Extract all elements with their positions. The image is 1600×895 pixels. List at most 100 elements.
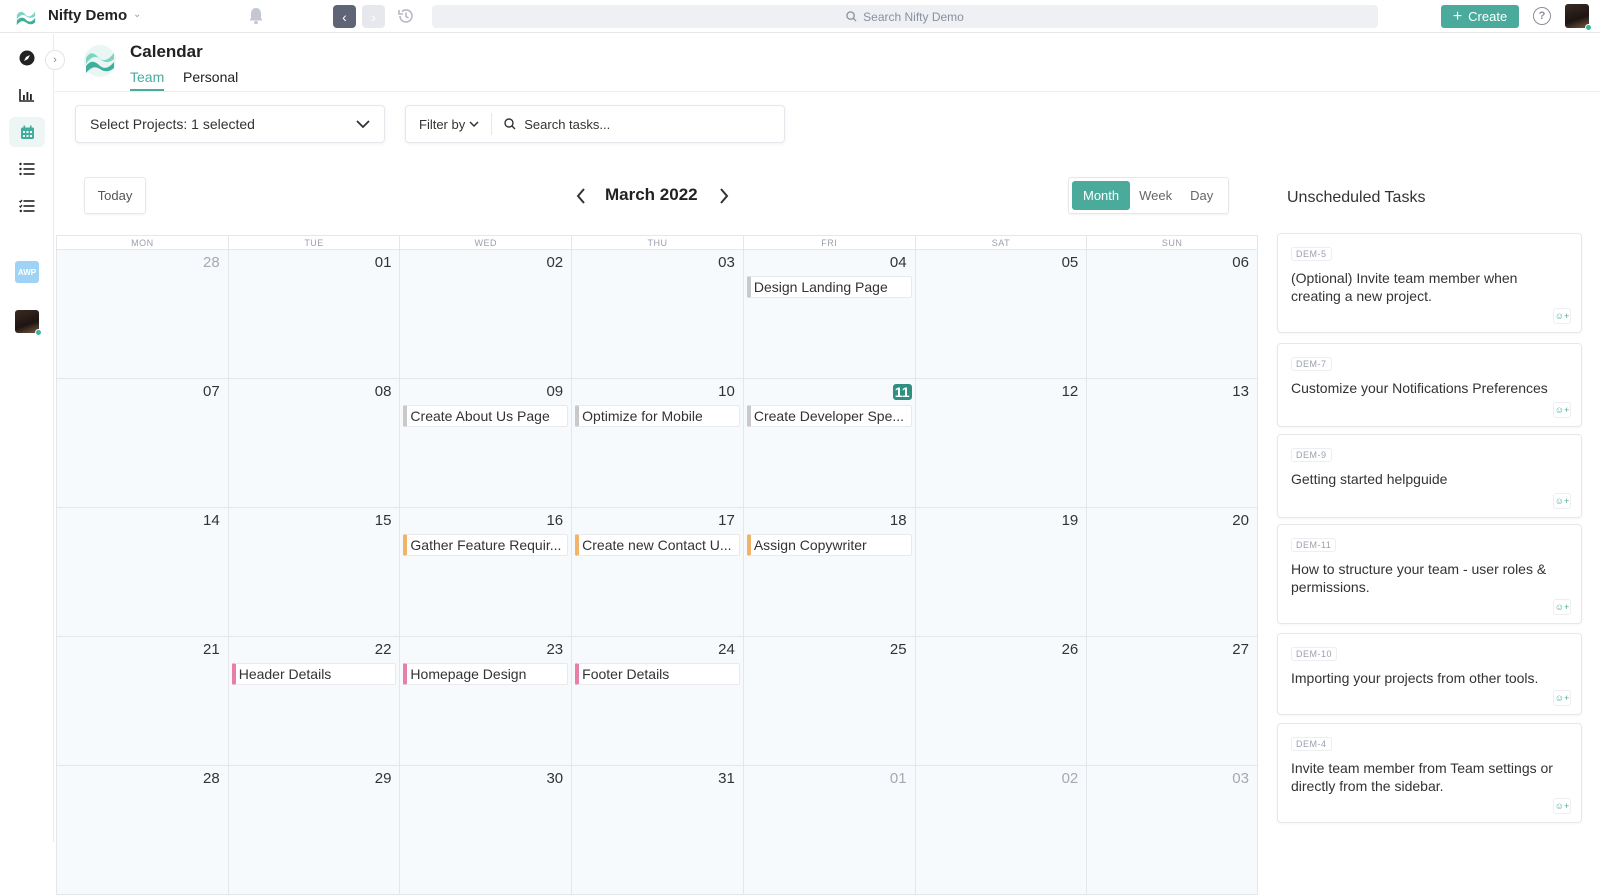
calendar-day-cell[interactable]: 03: [1086, 766, 1258, 894]
create-label: Create: [1468, 9, 1508, 24]
calendar-day-cell[interactable]: 11 Create Developer Spe...: [742, 379, 915, 507]
date-number: 26: [1061, 641, 1079, 658]
unscheduled-task-card[interactable]: DEM-7 Customize your Notifications Prefer…: [1277, 343, 1582, 427]
task-title: Getting started helpguide: [1291, 471, 1448, 487]
calendar-event[interactable]: Optimize for Mobile: [575, 405, 740, 427]
back-button[interactable]: ‹: [333, 5, 356, 28]
date-number: 08: [374, 383, 392, 400]
calendar-day-cell[interactable]: 23 Homepage Design: [399, 637, 572, 765]
history-icon[interactable]: [397, 7, 415, 25]
assign-user-icon[interactable]: ☺+: [1553, 402, 1571, 418]
sidebar-item-calendar[interactable]: [9, 117, 45, 147]
view-day-button[interactable]: Day: [1181, 181, 1222, 210]
calendar-day-cell[interactable]: 16 Gather Feature Requir...: [399, 508, 572, 636]
unscheduled-task-card[interactable]: DEM-5 (Optional) Invite team member when …: [1277, 233, 1582, 333]
sidebar-item-list[interactable]: [9, 154, 45, 184]
unscheduled-task-card[interactable]: DEM-4 Invite team member from Team settin…: [1277, 723, 1582, 823]
calendar-day-cell[interactable]: 18 Assign Copywriter: [742, 508, 915, 636]
calendar-event[interactable]: Create About Us Page: [403, 405, 569, 427]
unscheduled-task-card[interactable]: DEM-9 Getting started helpguide ☺+: [1277, 434, 1582, 518]
calendar-day-cell[interactable]: 25: [742, 637, 915, 765]
calendar-event[interactable]: Gather Feature Requir...: [403, 534, 569, 556]
tab-personal[interactable]: Personal: [183, 69, 238, 89]
help-icon[interactable]: ?: [1533, 7, 1551, 25]
calendar-day-cell[interactable]: 27: [1086, 637, 1258, 765]
calendar-day-cell[interactable]: 28: [56, 766, 228, 894]
calendar-event[interactable]: Assign Copywriter: [746, 534, 912, 556]
date-number: 15: [374, 512, 392, 529]
unscheduled-task-card[interactable]: DEM-11 How to structure your team - user …: [1277, 524, 1582, 624]
sidebar-item-reports[interactable]: [9, 80, 45, 110]
calendar-day-cell[interactable]: 30: [399, 766, 572, 894]
view-month-button[interactable]: Month: [1072, 181, 1131, 210]
task-search-input[interactable]: Search tasks...: [492, 117, 610, 132]
calendar-day-cell[interactable]: 01: [742, 766, 915, 894]
calendar-event[interactable]: Create Developer Spe...: [746, 405, 912, 427]
calendar-day-cell[interactable]: 02: [399, 250, 572, 378]
calendar-day-cell[interactable]: 29: [227, 766, 400, 894]
next-month-button[interactable]: [716, 184, 732, 208]
calendar-day-cell[interactable]: 15: [227, 508, 400, 636]
day-of-week-label: FRI: [742, 236, 915, 250]
current-month-label: March 2022: [605, 185, 698, 204]
date-number: 31: [718, 770, 735, 787]
calendar-event[interactable]: Design Landing Page: [746, 276, 912, 298]
calendar-day-cell[interactable]: 17 Create new Contact U...: [571, 508, 743, 636]
expand-sidebar-button[interactable]: ›: [45, 50, 65, 70]
calendar-event[interactable]: Homepage Design: [403, 663, 569, 685]
calendar-day-cell[interactable]: 02: [914, 766, 1087, 894]
calendar-event[interactable]: Create new Contact U...: [575, 534, 740, 556]
forward-button[interactable]: ›: [362, 5, 385, 28]
calendar-day-cell[interactable]: 06: [1086, 250, 1258, 378]
assign-user-icon[interactable]: ☺+: [1553, 308, 1571, 324]
project-select-dropdown[interactable]: Select Projects: 1 selected: [75, 105, 385, 143]
sidebar-item-tasks[interactable]: [9, 191, 45, 221]
calendar-day-cell[interactable]: 19: [914, 508, 1087, 636]
calendar-event[interactable]: Footer Details: [575, 663, 740, 685]
bar-chart-icon: [19, 89, 34, 102]
calendar-day-cell[interactable]: 09 Create About Us Page: [399, 379, 572, 507]
calendar-day-cell[interactable]: 22 Header Details: [227, 637, 400, 765]
calendar-day-cell[interactable]: 20: [1086, 508, 1258, 636]
date-number: 28: [203, 770, 220, 787]
calendar-day-cell[interactable]: 10 Optimize for Mobile: [571, 379, 743, 507]
calendar-day-cell[interactable]: 04 Design Landing Page: [742, 250, 915, 378]
nifty-logo-icon[interactable]: [15, 6, 37, 28]
unscheduled-task-card[interactable]: DEM-10 Importing your projects from other…: [1277, 633, 1582, 715]
calendar-day-cell[interactable]: 08: [227, 379, 400, 507]
workspace-name[interactable]: Nifty Demo: [48, 7, 127, 24]
calendar-day-cell[interactable]: 24 Footer Details: [571, 637, 743, 765]
task-title: Importing your projects from other tools…: [1291, 670, 1539, 686]
calendar-day-cell[interactable]: 12: [914, 379, 1087, 507]
previous-month-button[interactable]: [573, 184, 589, 208]
global-search-input[interactable]: Search Nifty Demo: [432, 5, 1378, 28]
chevron-down-icon[interactable]: ⌄: [133, 9, 141, 20]
calendar-event[interactable]: Header Details: [231, 663, 397, 685]
calendar-day-cell[interactable]: 14: [56, 508, 228, 636]
assign-user-icon[interactable]: ☺+: [1553, 798, 1571, 814]
calendar-day-cell[interactable]: 03: [571, 250, 743, 378]
project-badge-awp[interactable]: AWP: [15, 261, 39, 283]
assign-user-icon[interactable]: ☺+: [1553, 493, 1571, 509]
today-button[interactable]: Today: [84, 177, 146, 214]
bell-icon[interactable]: [248, 7, 264, 25]
sidebar-user-avatar[interactable]: [15, 310, 42, 336]
task-id-badge: DEM-7: [1291, 357, 1332, 371]
sidebar-item-explore[interactable]: [9, 43, 45, 73]
calendar-day-cell[interactable]: 07: [56, 379, 228, 507]
date-number: 30: [546, 770, 564, 787]
create-button[interactable]: + Create: [1441, 5, 1519, 28]
view-week-button[interactable]: Week: [1130, 181, 1181, 210]
calendar-day-cell[interactable]: 05: [914, 250, 1087, 378]
assign-user-icon[interactable]: ☺+: [1553, 690, 1571, 706]
tab-team[interactable]: Team: [130, 69, 165, 91]
calendar-day-cell[interactable]: 26: [914, 637, 1087, 765]
calendar-day-cell[interactable]: 28: [56, 250, 228, 378]
calendar-day-cell[interactable]: 13: [1086, 379, 1258, 507]
calendar-day-cell[interactable]: 21: [56, 637, 228, 765]
calendar-day-cell[interactable]: 31: [571, 766, 743, 894]
user-avatar[interactable]: [1565, 4, 1592, 31]
filter-by-dropdown[interactable]: Filter by: [406, 113, 493, 135]
calendar-day-cell[interactable]: 01: [227, 250, 400, 378]
assign-user-icon[interactable]: ☺+: [1553, 599, 1571, 615]
